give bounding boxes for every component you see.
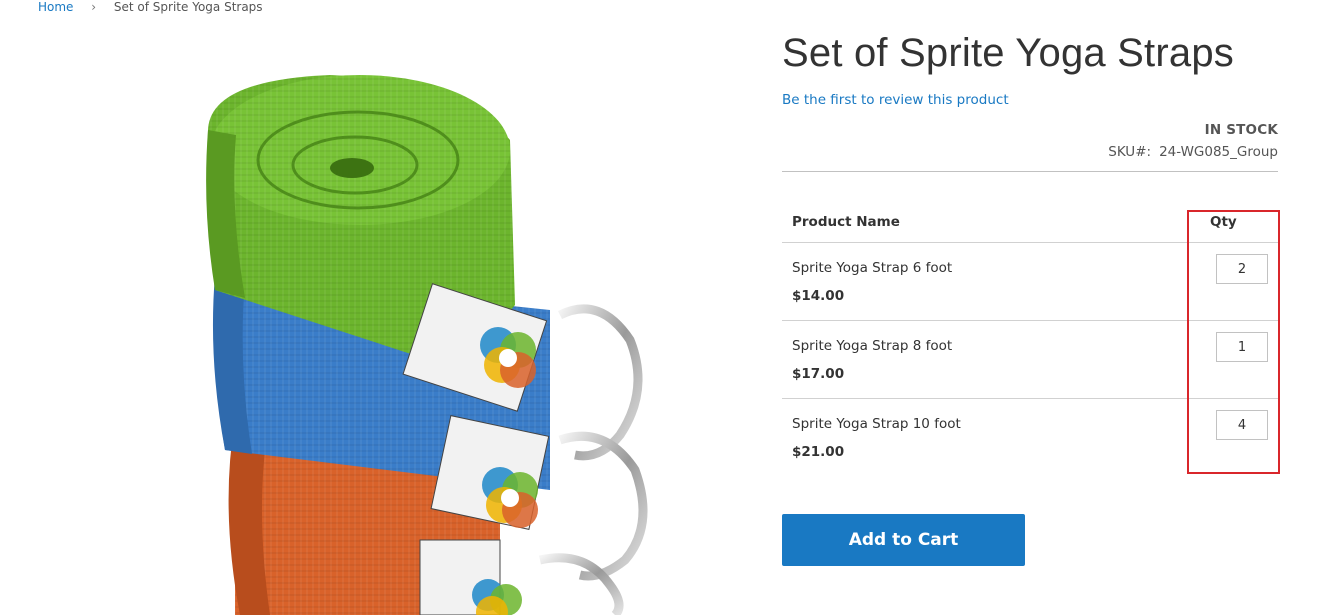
product-item-price: $14.00 [792, 288, 845, 304]
column-header-qty: Qty [1178, 204, 1278, 243]
breadcrumb: Home › Set of Sprite Yoga Straps [38, 0, 263, 15]
grouped-products-table: Product Name Qty Sprite Yoga Strap 6 foo… [782, 204, 1278, 476]
breadcrumb-current: Set of Sprite Yoga Straps [113, 0, 263, 14]
product-info: Set of Sprite Yoga Straps Be the first t… [782, 26, 1278, 476]
stock-sku-block: IN STOCK SKU#: 24-WG085_Group [782, 122, 1278, 160]
breadcrumb-home-link[interactable]: Home [38, 0, 73, 14]
product-item-price: $21.00 [792, 444, 845, 460]
product-title: Set of Sprite Yoga Straps [782, 31, 1234, 75]
product-image-gallery[interactable] [40, 40, 740, 615]
product-item-name: Sprite Yoga Strap 10 foot [792, 416, 961, 432]
yoga-straps-image [206, 75, 648, 615]
review-link[interactable]: Be the first to review this product [782, 92, 1009, 108]
table-header-row: Product Name Qty [782, 204, 1278, 243]
table-row: Sprite Yoga Strap 10 foot $21.00 [782, 399, 1278, 477]
divider [782, 171, 1278, 172]
sku: SKU#: 24-WG085_Group [782, 144, 1278, 160]
qty-input[interactable] [1216, 332, 1268, 362]
d-ring-icon [539, 304, 648, 615]
product-item-name: Sprite Yoga Strap 8 foot [792, 338, 953, 354]
qty-input[interactable] [1216, 254, 1268, 284]
qty-input[interactable] [1216, 410, 1268, 440]
breadcrumb-separator: › [91, 0, 97, 14]
table-row: Sprite Yoga Strap 6 foot $14.00 [782, 242, 1278, 321]
table-row: Sprite Yoga Strap 8 foot $17.00 [782, 320, 1278, 399]
sku-label: SKU#: [1108, 144, 1152, 160]
product-item-price: $17.00 [792, 366, 845, 382]
sku-value: 24-WG085_Group [1159, 144, 1278, 160]
stock-status: IN STOCK [1204, 122, 1278, 138]
column-header-product-name: Product Name [782, 204, 1178, 243]
product-item-name: Sprite Yoga Strap 6 foot [792, 260, 953, 276]
add-to-cart-button[interactable]: Add to Cart [782, 514, 1025, 566]
